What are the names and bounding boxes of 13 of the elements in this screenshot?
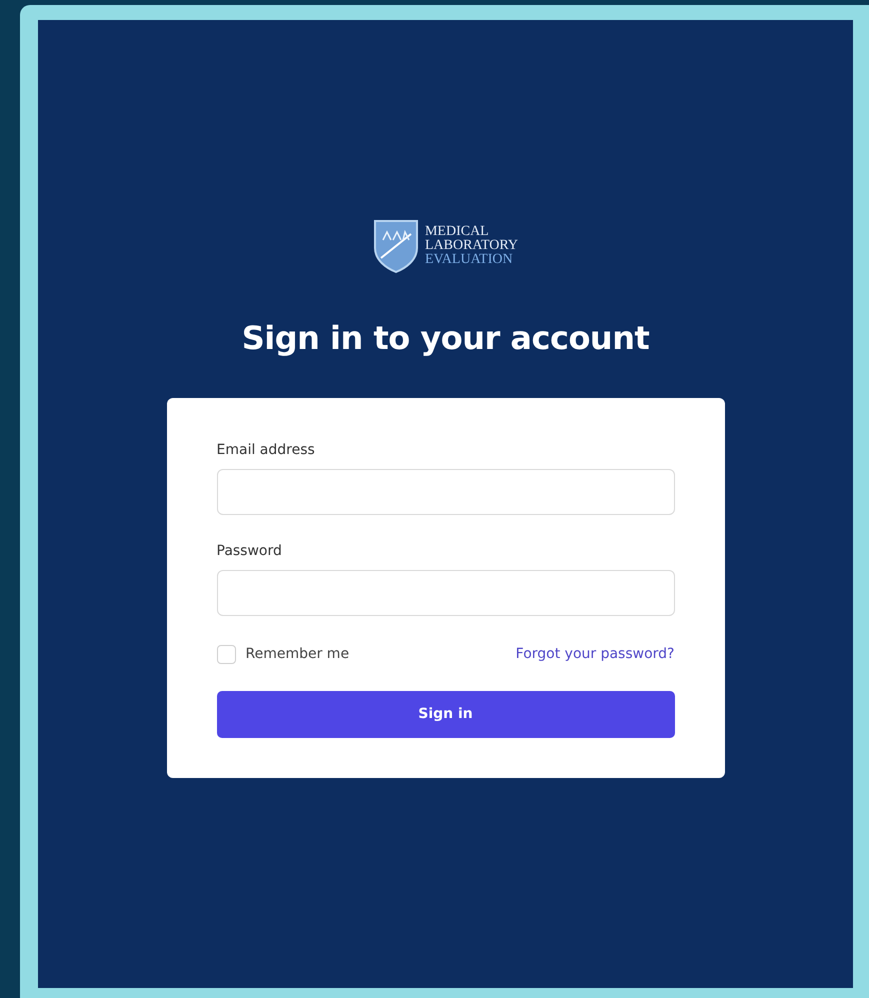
logo-text: MEDICAL [424, 225, 490, 239]
logo-text: EVALUATION [424, 253, 514, 267]
logo-text: LABORATORY [424, 239, 518, 253]
remember-label: Remember me [246, 645, 350, 664]
shield-logo-icon [372, 218, 419, 274]
sign-in-button[interactable]: Sign in [216, 691, 674, 738]
remember-checkbox[interactable] [216, 645, 236, 664]
input-field[interactable] [216, 570, 674, 616]
page-title: Sign in to your account [242, 318, 650, 359]
field-label: Password [216, 542, 283, 561]
field-label: Email address [216, 441, 316, 460]
input-field[interactable] [216, 469, 674, 515]
forgot-password-link[interactable]: Forgot your password? [516, 644, 674, 665]
